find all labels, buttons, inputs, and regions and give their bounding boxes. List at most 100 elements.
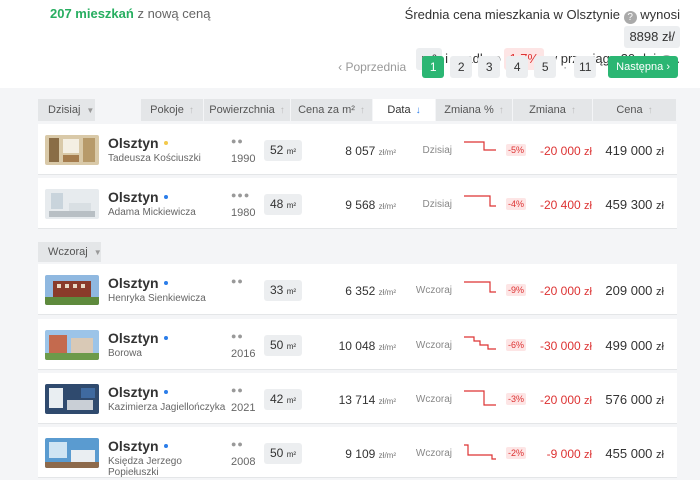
col-area[interactable]: Powierzchnia ↑ [204,99,291,121]
build-year: 2016 [231,348,256,360]
listing-street: Tadeusza Kościuszki [108,153,201,164]
price-value: 576 000 [605,392,653,407]
listing-date: Dzisiaj [422,199,452,210]
help-icon[interactable]: ? [623,11,637,24]
listing-city[interactable]: Olsztyn [108,275,168,291]
change-value: -30 000 [540,339,581,353]
table-row[interactable]: Olsztyn Tadeusza Kościuszki ●● 1990 52 m² 8 0… [38,124,677,175]
price-history-sparkline [464,336,496,350]
listing-street: Kazimierza Jagiellończyka [108,402,226,413]
table-row[interactable]: Olsztyn Adama Mickiewicza ●●● 1980 48 m² 9 56… [38,178,677,229]
table-row[interactable]: Olsztyn Borowa ●● 2016 50 m² 10 048 zł/m² Wczo… [38,319,677,370]
next-page-button[interactable]: Następna › [608,56,678,78]
col-price-label: Cena [616,104,643,116]
page-5[interactable]: 5 [534,56,557,78]
listing-street: Henryka Sienkiewicza [108,293,206,304]
build-year: 2008 [231,456,256,468]
ppm-value: 9 568 [345,198,376,212]
listing-city[interactable]: Olsztyn [108,384,168,400]
price-history-sparkline [464,390,496,406]
next-label: Następna [616,61,664,73]
price-value: 455 000 [605,446,653,461]
change-value: -20 000 [540,144,581,158]
price-history-sparkline [464,444,496,460]
group-selector[interactable]: Dzisiaj ▼ [38,99,96,121]
col-pct[interactable]: Zmiana % ↑ [436,99,513,121]
sort-arrow-icon: ↑ [498,104,504,116]
listing-city[interactable]: Olsztyn [108,438,168,454]
table-row[interactable]: Olsztyn Księdza Jerzego Popiełuszki ●● 2008… [38,427,677,478]
group-label: Dzisiaj [48,104,81,116]
ppm-value: 9 109 [345,447,376,461]
sort-arrow-icon: ↑ [647,104,653,116]
page-last[interactable]: 11 [574,56,597,78]
count-suffix: z nową ceną [137,6,211,21]
price-unit: zł [656,146,664,158]
col-rooms[interactable]: Pokoje ↑ [141,99,204,121]
col-pct-label: Zmiana % [444,104,494,116]
group-header-yesterday[interactable]: Wczoraj ▼ [38,242,102,262]
table-row[interactable]: Olsztyn Henryka Sienkiewicza ●● 33 m² 6 352 … [38,264,677,315]
col-rooms-label: Pokoje [150,104,184,116]
sort-arrow-icon: ↑ [359,104,365,116]
listing-photo[interactable] [45,275,99,305]
status-dot-icon [163,444,168,448]
page-4[interactable]: 4 [506,56,529,78]
price-change: -30 000 zł [522,339,592,353]
listing-photo[interactable] [45,438,99,468]
group-yesterday-label: Wczoraj [48,246,88,258]
price-per-m2: 9 109 zł/m² [276,447,396,461]
rooms-dots: ●● [231,136,244,146]
price-change: -20 400 zł [522,198,592,212]
listing-city[interactable]: Olsztyn [108,330,168,346]
listing-city[interactable]: Olsztyn [108,189,168,205]
col-change[interactable]: Zmiana ↑ [513,99,593,121]
change-value: -20 000 [540,393,581,407]
listing-photo[interactable] [45,330,99,360]
status-dot-icon [163,390,168,394]
avg-prefix: Średnia cena mieszkania w Olsztynie [404,7,620,22]
avg-mid: wynosi [640,7,680,22]
build-year: 1990 [231,153,256,165]
prev-page-link[interactable]: ‹ Poprzednia [338,60,406,74]
status-dot-icon [163,281,168,285]
col-change-label: Zmiana [529,104,566,116]
price-history-sparkline [464,141,496,151]
price-value: 209 000 [605,283,653,298]
col-date[interactable]: Data ↓ [373,99,436,121]
rooms-dots: ●● [231,331,244,341]
listing-date: Wczoraj [415,448,452,459]
price-unit: zł [656,341,664,353]
col-area-label: Powierzchnia [209,104,275,116]
chevron-left-icon: ‹ [338,60,343,74]
page-2[interactable]: 2 [450,56,473,78]
count-value: 207 mieszkań [50,6,134,21]
listing-photo[interactable] [45,189,99,219]
build-year: 1980 [231,207,256,219]
table-row[interactable]: Olsztyn Kazimierza Jagiellończyka ●● 2021 42… [38,373,677,424]
change-value: -9 000 [546,447,581,461]
city-text: Olsztyn [108,189,159,205]
listing-date: Dzisiaj [422,145,452,156]
col-price[interactable]: Cena ↑ [593,99,677,121]
listing-photo[interactable] [45,135,99,165]
page-3[interactable]: 3 [478,56,501,78]
price-history-sparkline [464,281,496,293]
table-header: Dzisiaj ▼ Pokoje ↑ Powierzchnia ↑ Cena za m… [38,99,677,121]
col-ppm[interactable]: Cena za m² ↑ [291,99,373,121]
ppm-value: 6 352 [345,284,376,298]
listing-street: Borowa [108,348,142,359]
price-change: -9 000 zł [522,447,592,461]
price-unit: zł [656,449,664,461]
listing-street: Księdza Jerzego Popiełuszki [108,456,182,478]
page-1[interactable]: 1 [422,56,445,78]
listing-city[interactable]: Olsztyn [108,135,168,151]
price-value: 419 000 [605,143,653,158]
ppm-value: 8 057 [345,144,376,158]
sort-arrow-icon: ↑ [570,104,576,116]
chevron-down-icon: ▼ [86,105,95,115]
col-date-label: Data [387,104,411,116]
ppm-value: 10 048 [338,339,376,353]
listing-photo[interactable] [45,384,99,414]
price-change: -20 000 zł [522,284,592,298]
